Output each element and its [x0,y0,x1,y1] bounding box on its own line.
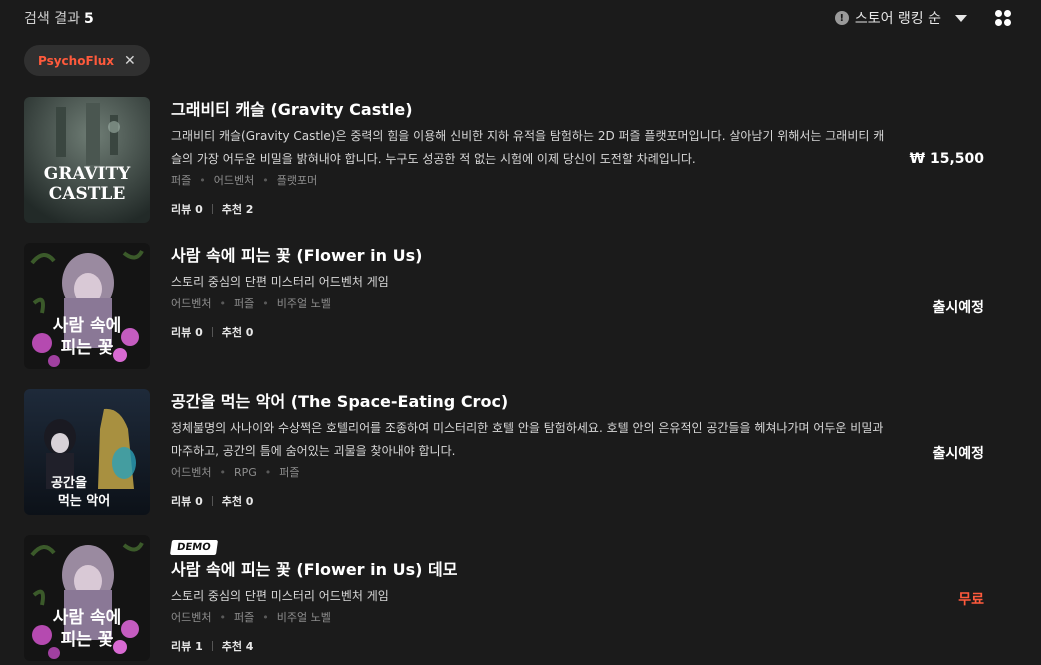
price-label: ₩ 15,500 [909,151,984,167]
tag: 퍼즐 [279,466,300,479]
sort-dropdown[interactable]: ! 스토어 랭킹 순 [834,8,967,28]
tag: 비주얼 노벨 [276,611,331,624]
tag: 플랫포머 [276,174,318,187]
list-item[interactable]: 공간을 먹는 악어 공간을 먹는 악어 (The Space-Eating Cr… [24,389,988,535]
demo-badge: DEMO [169,540,218,555]
item-content: 사람 속에 피는 꽃 (Flower in Us) 스토리 중심의 단편 미스터… [171,243,891,340]
game-description: 스토리 중심의 단편 미스터리 어드벤처 게임 [171,275,389,289]
game-thumbnail[interactable]: 사람 속에 피는 꽃 [24,243,150,369]
filter-chip-label: PsychoFlux [38,53,115,68]
game-title[interactable]: 공간을 먹는 악어 (The Space-Eating Croc) [171,391,891,413]
release-status-label: 출시예정 [932,446,984,462]
recommend-count: 추천 0 [221,326,254,339]
thumbnail-title-line2: 피는 꽃 [61,630,114,650]
recommend-count: 추천 0 [221,495,254,508]
tag: 어드벤처 [171,297,212,310]
item-content: DEMO 사람 속에 피는 꽃 (Flower in Us) 데모 스토리 중심… [169,535,891,654]
item-content: 공간을 먹는 악어 (The Space-Eating Croc) 정체불명의 … [171,389,891,509]
game-thumbnail[interactable]: GRAVITY CASTLE [24,97,150,223]
tag: 퍼즐 [233,297,255,310]
sort-label: 스토어 랭킹 순 [854,11,941,27]
close-icon[interactable]: ✕ [124,54,136,68]
search-results-list: GRAVITY CASTLE 그래비티 캐슬 (Gravity Castle) … [24,97,988,665]
price-label: 무료 [958,592,984,608]
tag: 퍼즐 [233,611,255,624]
game-title[interactable]: 사람 속에 피는 꽃 (Flower in Us) 데모 [171,559,891,581]
review-count: 리뷰 0 [171,495,203,508]
list-item[interactable]: 사람 속에 피는 꽃 사람 속에 피는 꽃 (Flower in Us) 스토리… [24,243,988,389]
result-count-number: 5 [83,11,94,27]
game-description: 스토리 중심의 단편 미스터리 어드벤처 게임 [171,589,389,603]
game-title[interactable]: 그래비티 캐슬 (Gravity Castle) [171,99,891,121]
thumbnail-title-line1: 공간을 [51,475,87,491]
grid-view-icon[interactable] [995,10,1011,26]
thumbnail-title-line1: 사람 속에 [53,607,121,628]
tag: 비주얼 노벨 [276,297,331,310]
tag: 퍼즐 [171,174,192,187]
item-stats: 리뷰 0 추천 0 [171,493,891,509]
item-stats: 리뷰 0 추천 0 [171,324,891,340]
tag: 어드벤처 [213,174,255,187]
tag: RPG [233,466,257,479]
tag: 어드벤처 [171,611,212,624]
review-count: 리뷰 0 [171,326,203,339]
thumbnail-title-line1: 사람 속에 [53,315,121,336]
tag-list: 퍼즐 • 어드벤처 • 플랫포머 [171,174,318,187]
item-content: 그래비티 캐슬 (Gravity Castle) 그래비티 캐슬(Gravity… [171,97,891,217]
list-item[interactable]: GRAVITY CASTLE 그래비티 캐슬 (Gravity Castle) … [24,97,988,243]
tag: 어드벤처 [171,466,212,479]
tag-list: 어드벤처 • RPG • 퍼즐 [171,466,300,479]
results-header: 검색 결과 5 ! 스토어 랭킹 순 [24,8,1011,28]
list-item[interactable]: 사람 속에 피는 꽃 DEMO 사람 속에 피는 꽃 (Flower in Us… [24,535,988,665]
thumbnail-title-line2: 먹는 악어 [58,493,110,509]
item-stats: 리뷰 1 추천 4 [171,638,891,654]
game-thumbnail[interactable]: 사람 속에 피는 꽃 [24,535,150,661]
review-count: 리뷰 0 [171,203,203,216]
game-thumbnail[interactable]: 공간을 먹는 악어 [24,389,150,515]
thumbnail-title-line1: GRAVITY [44,164,131,184]
result-count: 검색 결과 5 [24,8,94,28]
tag-list: 어드벤처 • 퍼즐 • 비주얼 노벨 [171,297,331,310]
chevron-down-icon [955,14,967,22]
tag-list: 어드벤처 • 퍼즐 • 비주얼 노벨 [171,611,331,624]
review-count: 리뷰 1 [171,640,203,653]
recommend-count: 추천 2 [221,203,254,216]
game-description: 정체불명의 사나이와 수상쩍은 호텔리어를 조종하여 미스터리한 호텔 안을 탐… [171,421,884,458]
result-count-label: 검색 결과 [24,11,80,27]
thumbnail-title-line2: 피는 꽃 [61,338,114,358]
item-stats: 리뷰 0 추천 2 [171,201,891,217]
game-description: 그래비티 캐슬(Gravity Castle)은 중력의 힘을 이용해 신비한 … [171,129,885,166]
filter-chip: PsychoFlux ✕ [24,45,150,76]
thumbnail-title-line2: CASTLE [49,184,126,204]
game-title[interactable]: 사람 속에 피는 꽃 (Flower in Us) [171,245,891,267]
release-status-label: 출시예정 [932,300,984,316]
info-icon[interactable]: ! [834,11,849,25]
recommend-count: 추천 4 [221,640,254,653]
